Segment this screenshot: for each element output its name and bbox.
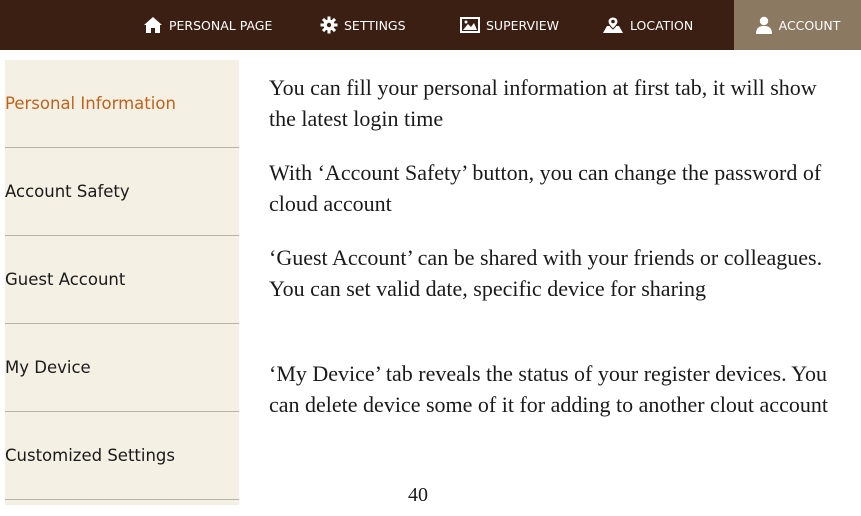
sidebar-item-my-device[interactable]: My Device: [5, 324, 239, 412]
page-number: 40: [408, 484, 428, 506]
sidebar-item-label: Account Safety: [5, 182, 130, 201]
nav-superview[interactable]: SUPERVIEW: [460, 0, 559, 50]
user-icon: [755, 16, 773, 34]
sidebar-item-label: Customized Settings: [5, 446, 176, 465]
sidebar-item-label: Personal Information: [5, 94, 176, 113]
sidebar-item-guest-account[interactable]: Guest Account: [5, 236, 239, 324]
nav-location-label: LOCATION: [630, 17, 694, 33]
nav-personal-page[interactable]: PERSONAL PAGE: [143, 0, 272, 50]
home-icon: [143, 16, 163, 34]
sidebar-item-label: My Device: [5, 358, 91, 377]
paragraph-guest-account: ‘Guest Account’ can be shared with your …: [269, 245, 823, 301]
paragraph-my-device: ‘My Device’ tab reveals the status of yo…: [269, 361, 828, 417]
nav-account-label: ACCOUNT: [778, 17, 841, 33]
nav-settings[interactable]: SETTINGS: [320, 0, 406, 50]
nav-settings-label: SETTINGS: [344, 17, 406, 33]
nav-personal-page-label: PERSONAL PAGE: [169, 17, 273, 33]
sidebar: Personal Information Account Safety Gues…: [5, 60, 239, 505]
sidebar-item-account-safety[interactable]: Account Safety: [5, 148, 239, 236]
image-icon: [460, 17, 480, 33]
sidebar-item-customized-settings[interactable]: Customized Settings: [5, 412, 239, 500]
nav-location[interactable]: LOCATION: [602, 0, 693, 50]
paragraph-personal-information: You can fill your personal information a…: [269, 75, 817, 131]
sidebar-item-label: Guest Account: [5, 270, 126, 289]
top-nav-bar: PERSONAL PAGE SETTINGS SUPERVIEW LOCATIO…: [0, 0, 861, 50]
nav-account[interactable]: ACCOUNT: [734, 0, 861, 50]
paragraph-account-safety: With ‘Account Safety’ button, you can ch…: [269, 160, 822, 216]
gear-icon: [320, 16, 338, 34]
map-location-icon: [602, 16, 624, 34]
sidebar-item-personal-information[interactable]: Personal Information: [5, 60, 239, 148]
nav-superview-label: SUPERVIEW: [486, 17, 560, 33]
